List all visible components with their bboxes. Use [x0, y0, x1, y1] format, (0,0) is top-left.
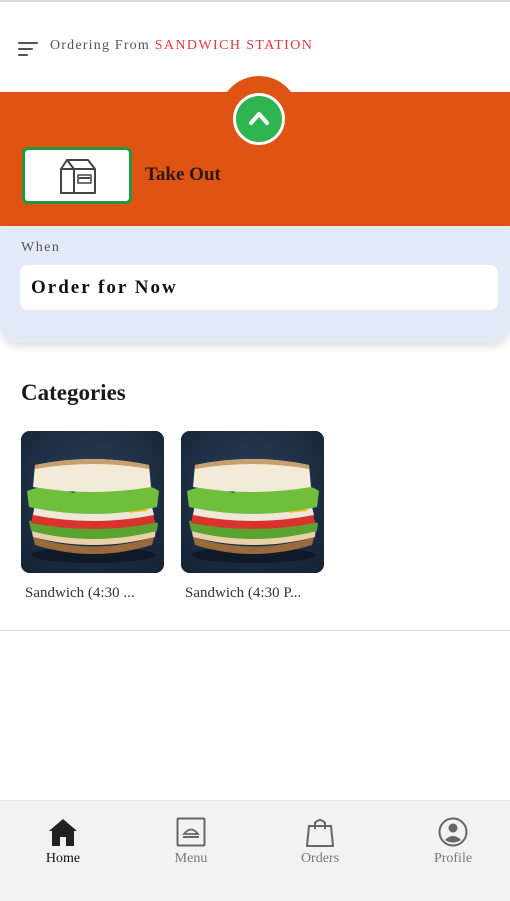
nav-menu[interactable]: Menu	[141, 801, 241, 901]
take-out-option[interactable]	[22, 147, 132, 204]
ordering-from-text: Ordering From SANDWICH STATION	[50, 38, 313, 54]
sandwich-photo	[181, 431, 324, 573]
nav-profile[interactable]: Profile	[403, 801, 503, 901]
collapse-button[interactable]	[233, 93, 285, 145]
nav-home-label: Home	[45, 851, 81, 866]
takeout-box-icon	[60, 159, 96, 194]
when-label: When	[21, 240, 61, 255]
sandwich-photo	[21, 431, 164, 573]
category-card[interactable]: Sandwich (4:30 ...	[21, 431, 164, 602]
order-time-selector[interactable]: Order for Now	[20, 265, 498, 310]
take-out-label: Take Out	[145, 164, 221, 185]
nav-home[interactable]: Home	[13, 801, 113, 901]
store-name[interactable]: SANDWICH STATION	[155, 38, 314, 53]
categories-title: Categories	[21, 380, 126, 405]
bottom-navigation: Home Menu Orders Profile	[0, 800, 510, 901]
order-time-value: Order for Now	[31, 277, 178, 298]
nav-orders-label: Orders	[300, 851, 340, 866]
section-divider	[0, 630, 510, 631]
hamburger-menu-icon[interactable]	[18, 42, 38, 58]
category-card[interactable]: Sandwich (4:30 P...	[181, 431, 324, 602]
chevron-up-icon	[249, 112, 269, 125]
category-label: Sandwich (4:30 P...	[185, 585, 302, 601]
home-icon	[49, 819, 77, 846]
ordering-from-label: Ordering From	[50, 38, 150, 53]
nav-orders[interactable]: Orders	[270, 801, 370, 901]
nav-profile-label: Profile	[433, 851, 473, 866]
category-label: Sandwich (4:30 ...	[25, 585, 135, 601]
when-panel: When Order for Now	[0, 226, 510, 343]
shopping-bag-icon	[306, 819, 334, 847]
profile-icon	[438, 817, 468, 847]
menu-icon	[176, 817, 206, 847]
nav-menu-label: Menu	[174, 851, 208, 866]
